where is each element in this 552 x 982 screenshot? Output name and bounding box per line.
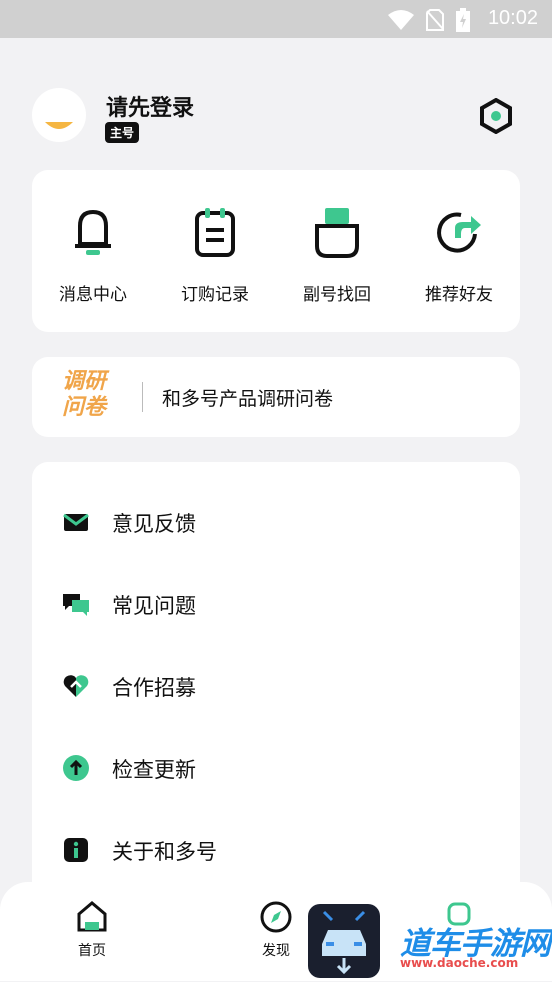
share-icon <box>437 212 481 253</box>
compass-icon <box>260 901 292 933</box>
quick-actions-card: 消息中心 订购记录 副号找回 推荐好友 <box>32 170 520 332</box>
login-prompt[interactable]: 请先登录 <box>106 90 194 122</box>
profile-header[interactable]: 请先登录 主号 <box>32 88 520 146</box>
menu-label: 意见反馈 <box>112 512 196 536</box>
tab-discover[interactable]: 发现 <box>246 900 306 960</box>
survey-banner[interactable]: 调研 问卷 和多号产品调研问卷 <box>32 357 520 437</box>
survey-logo-line2: 问卷 <box>62 395 107 420</box>
status-time: 10:02 <box>487 7 538 29</box>
menu-label: 检查更新 <box>112 758 196 782</box>
quick-action-label: 消息中心 <box>59 285 127 305</box>
quick-action-message-center[interactable]: 消息中心 <box>32 170 154 332</box>
menu-item-partnership[interactable]: 合作招募 <box>32 646 520 726</box>
mail-icon <box>63 513 89 531</box>
survey-logo: 调研 问卷 <box>62 369 124 421</box>
menu-item-check-update[interactable]: 检查更新 <box>32 728 520 808</box>
notepad-icon <box>195 208 235 257</box>
survey-title: 和多号产品调研问卷 <box>162 388 334 410</box>
tab-home[interactable]: 首页 <box>62 900 122 960</box>
bell-icon <box>75 209 111 255</box>
chat-icon <box>63 594 89 616</box>
menu-item-feedback[interactable]: 意见反馈 <box>32 482 520 562</box>
menu-label: 关于和多号 <box>112 840 217 864</box>
avatar[interactable] <box>32 88 86 142</box>
heart-icon <box>63 675 89 697</box>
survey-logo-line1: 调研 <box>62 369 107 394</box>
status-bar: 10:02 <box>0 0 552 38</box>
quick-action-refer-friend[interactable]: 推荐好友 <box>398 170 520 332</box>
sim-card-icon <box>315 208 359 258</box>
menu-card: 意见反馈 常见问题 合作招募 检查更新 关于和多号 <box>32 462 520 942</box>
menu-item-about[interactable]: 关于和多号 <box>32 810 520 890</box>
battery-charging-icon <box>456 8 470 32</box>
promo-app-icon[interactable] <box>308 904 380 978</box>
menu-item-faq[interactable]: 常见问题 <box>32 564 520 644</box>
menu-label: 合作招募 <box>112 676 196 700</box>
quick-action-sub-number-recovery[interactable]: 副号找回 <box>276 170 398 332</box>
tab-label: 发现 <box>262 943 290 959</box>
tab-label: 首页 <box>78 943 106 959</box>
quick-action-label: 订购记录 <box>181 285 249 305</box>
divider <box>142 382 143 412</box>
home-icon <box>77 901 107 932</box>
settings-hexagon-icon[interactable] <box>478 98 514 134</box>
watermark-url: www.daoche.com <box>400 956 519 970</box>
update-arrow-icon <box>63 755 89 781</box>
wifi-icon <box>388 10 414 30</box>
info-icon <box>64 838 88 862</box>
status-icons <box>388 8 470 32</box>
no-sim-icon <box>426 9 444 31</box>
quick-action-label: 推荐好友 <box>425 285 493 305</box>
quick-action-label: 副号找回 <box>303 285 371 305</box>
quick-action-order-history[interactable]: 订购记录 <box>154 170 276 332</box>
main-number-badge: 主号 <box>105 122 140 143</box>
menu-label: 常见问题 <box>112 594 196 618</box>
